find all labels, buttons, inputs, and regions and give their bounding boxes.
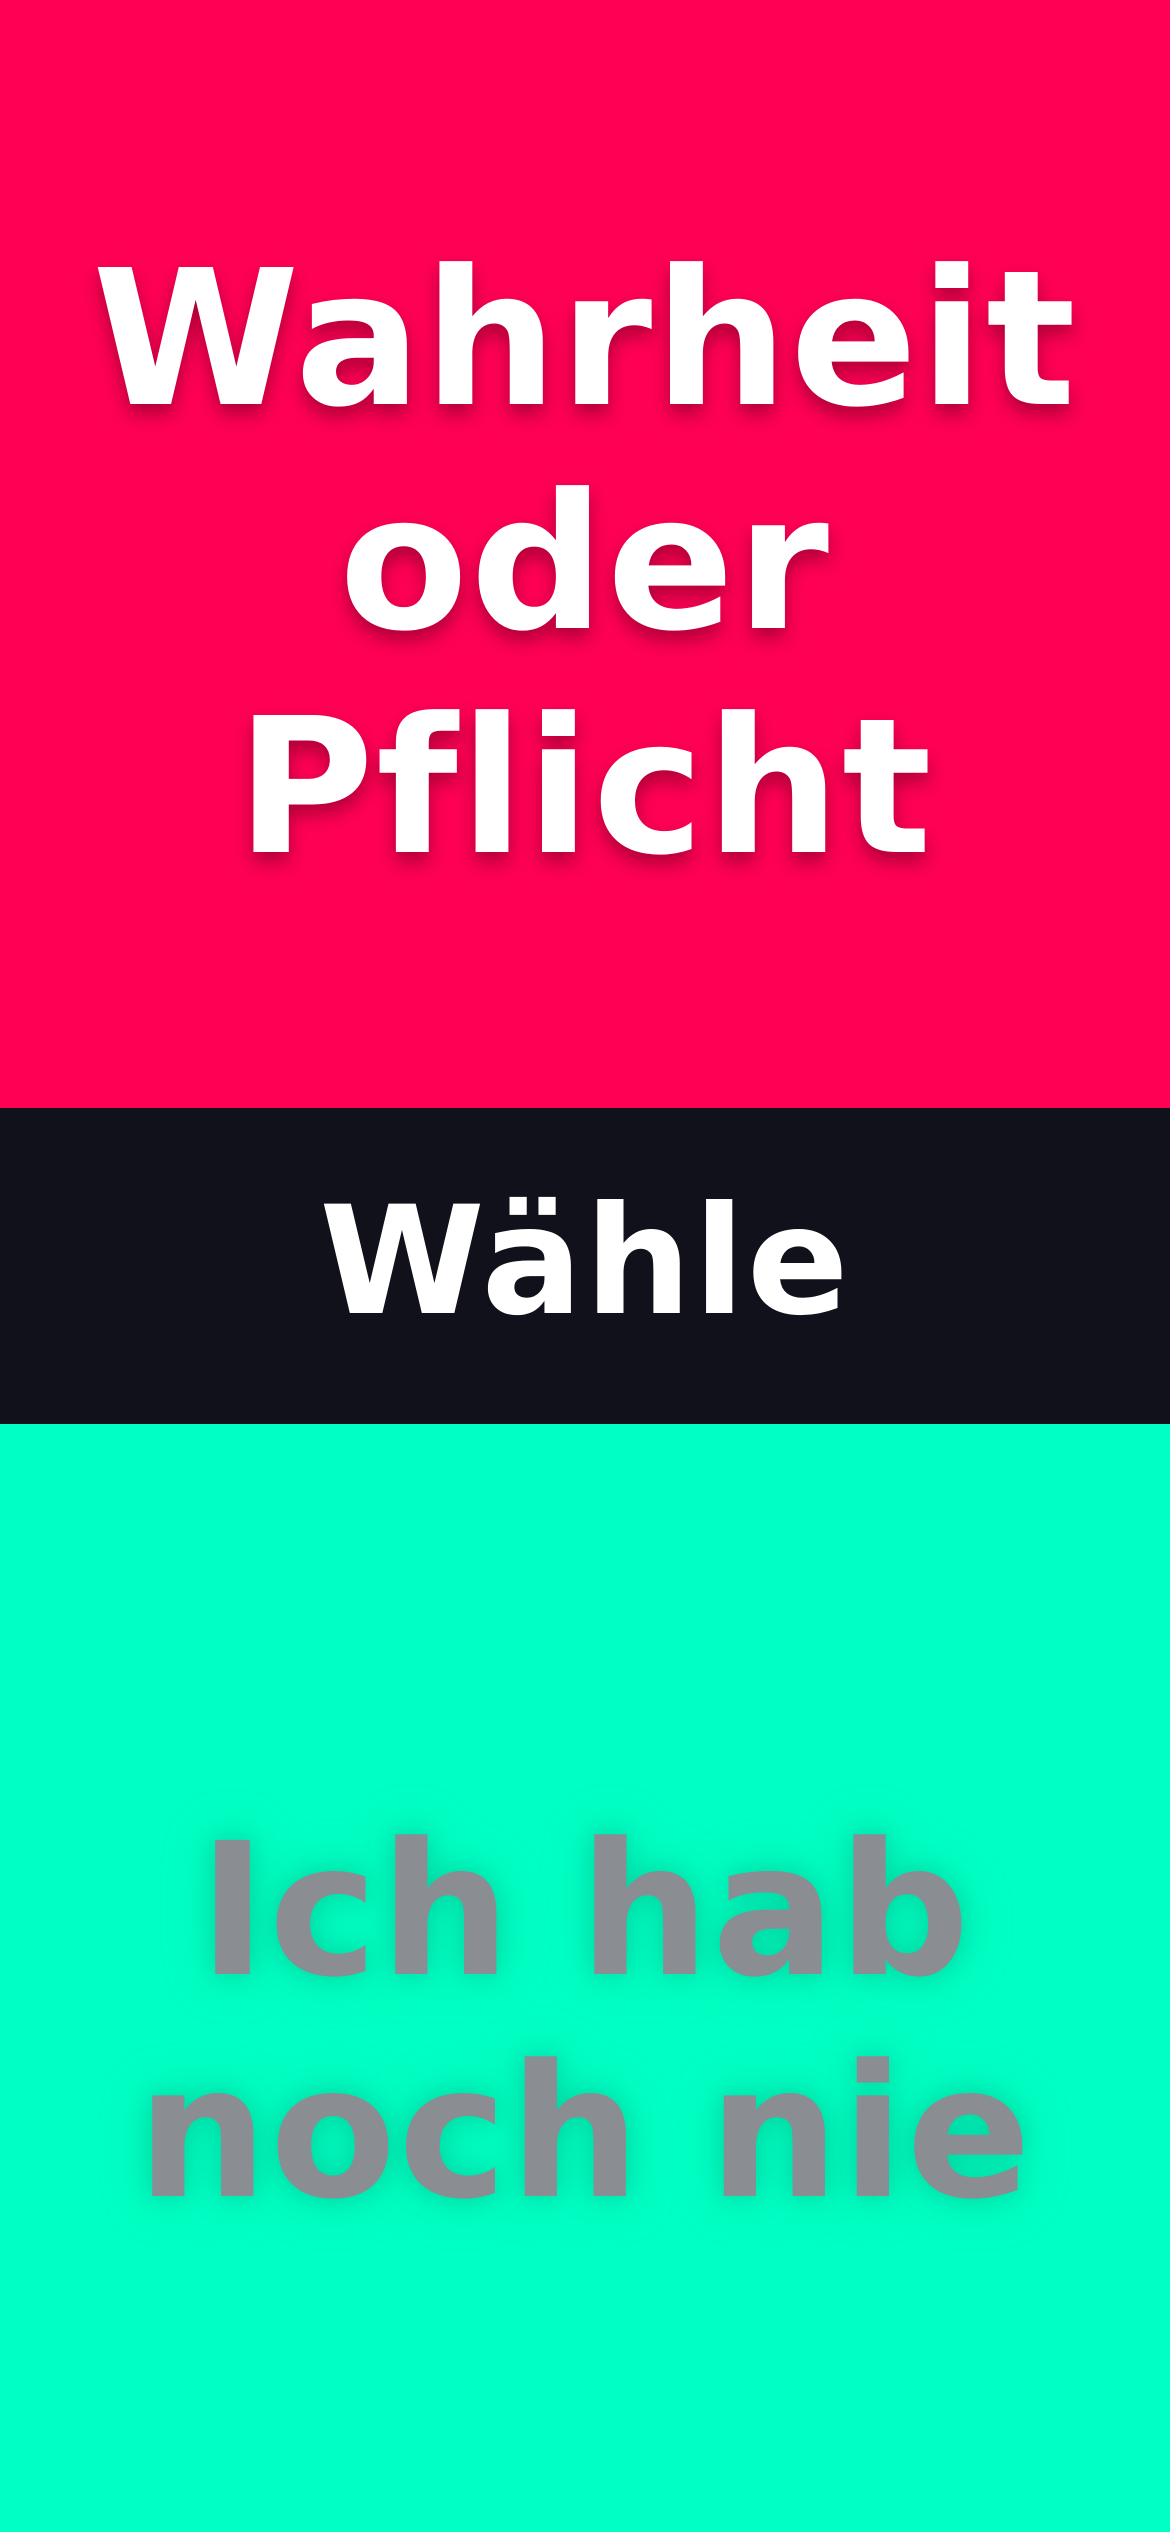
choose-banner: Wähle — [0, 1108, 1170, 1424]
mode-select-screen: Wahrheit oder Pflicht Wähle Ich hab noch… — [0, 0, 1170, 2532]
never-have-i-ever-button[interactable]: Ich hab noch nie — [0, 1424, 1170, 2532]
never-have-i-ever-title: Ich hab noch nie — [136, 1804, 1034, 2240]
choose-label: Wähle — [319, 1175, 851, 1349]
truth-or-dare-title: Wahrheit oder Pflicht — [92, 230, 1078, 897]
truth-or-dare-button[interactable]: Wahrheit oder Pflicht — [0, 0, 1170, 1108]
